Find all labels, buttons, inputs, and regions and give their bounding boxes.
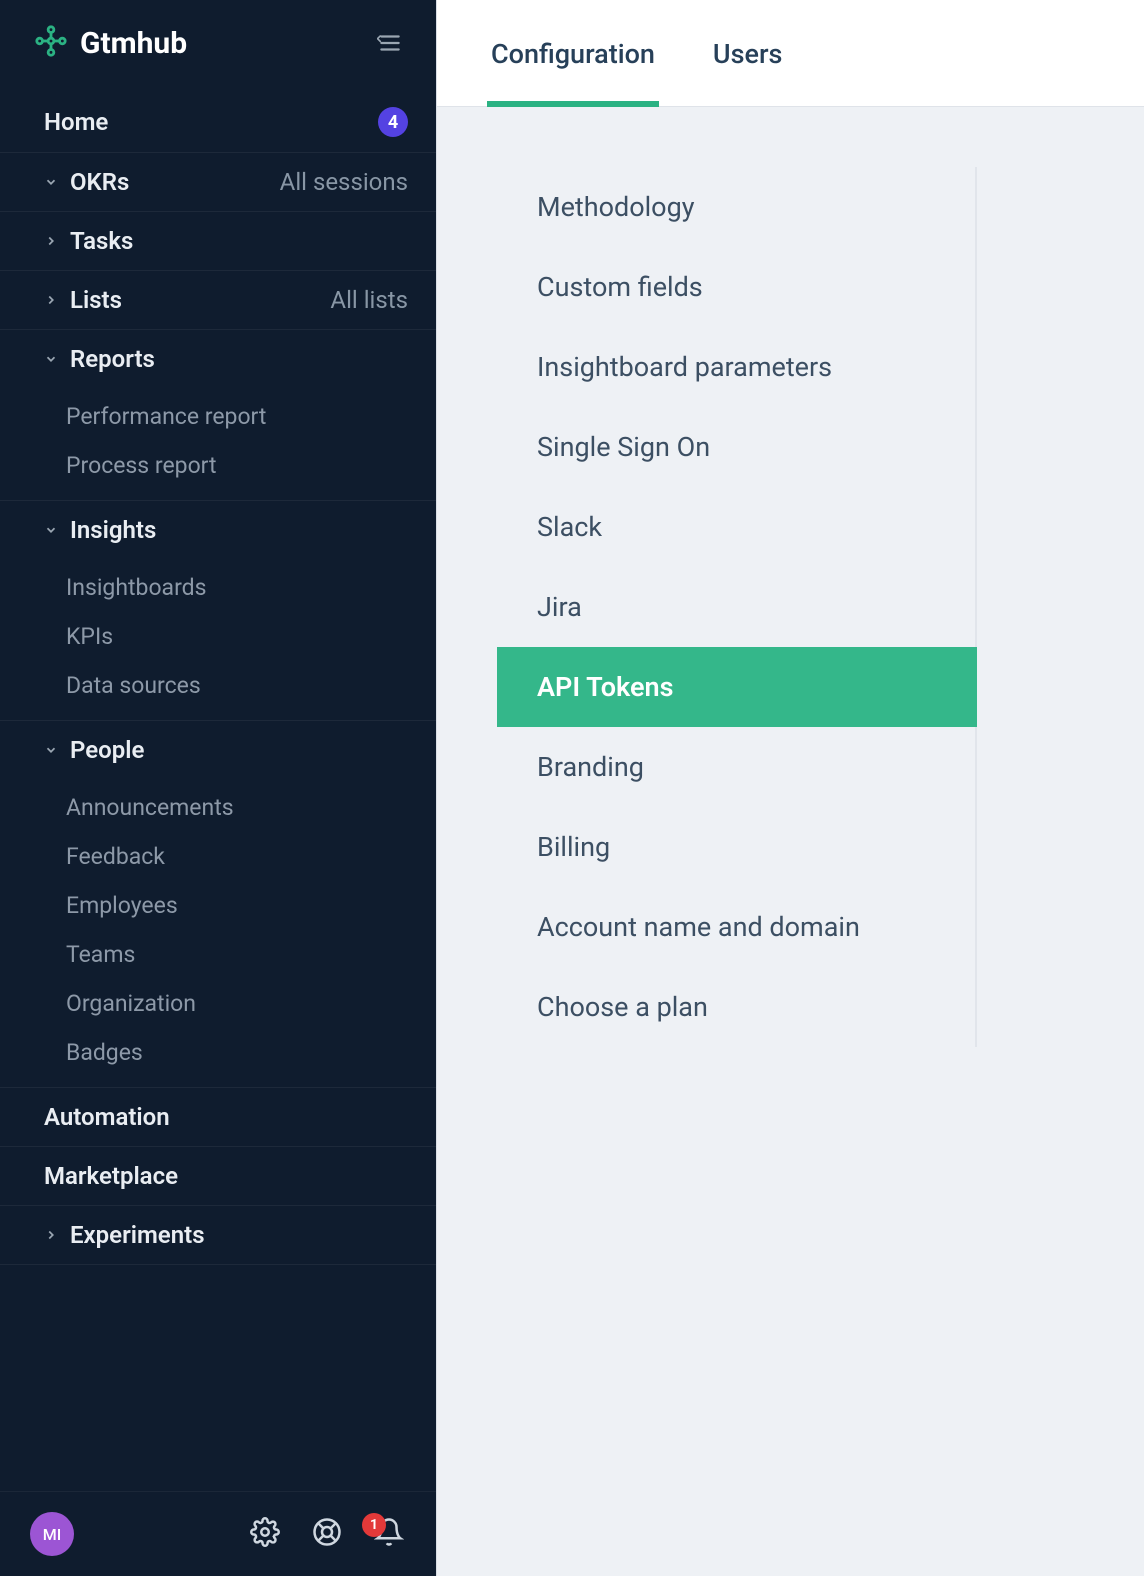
sidebar-item-secondary[interactable]: All lists xyxy=(330,286,408,314)
collapse-sidebar-button[interactable] xyxy=(372,25,408,61)
sidebar-item-home[interactable]: Home 4 xyxy=(0,92,436,153)
sidebar-item-secondary[interactable]: All sessions xyxy=(280,168,408,196)
sidebar-item-label: Lists xyxy=(70,286,122,314)
sidebar-item-insights[interactable]: Insights xyxy=(0,501,436,559)
sidebar-item-automation[interactable]: Automation xyxy=(0,1088,436,1147)
sidebar-subitem-announcements[interactable]: Announcements xyxy=(0,783,436,832)
sidebar-item-tasks[interactable]: Tasks xyxy=(0,212,436,271)
help-button[interactable] xyxy=(310,1517,344,1551)
config-item-jira[interactable]: Jira xyxy=(497,567,977,647)
logo-icon xyxy=(34,24,68,62)
sidebar-item-reports[interactable]: Reports xyxy=(0,330,436,388)
sidebar-subitem-kpis[interactable]: KPIs xyxy=(0,612,436,661)
sidebar-subitem-insightboards[interactable]: Insightboards xyxy=(0,563,436,612)
sidebar-item-label: Experiments xyxy=(70,1221,205,1249)
sidebar-subitem-badges[interactable]: Badges xyxy=(0,1028,436,1077)
content: Methodology Custom fields Insightboard p… xyxy=(437,107,1144,1107)
sidebar-subitem-teams[interactable]: Teams xyxy=(0,930,436,979)
main-area: Configuration Users Methodology Custom f… xyxy=(436,0,1144,1576)
sidebar-item-label: People xyxy=(70,736,144,764)
sidebar-item-label: Reports xyxy=(70,345,155,373)
tabs: Configuration Users xyxy=(437,0,1144,107)
sidebar-item-label: Insights xyxy=(70,516,156,544)
gear-icon xyxy=(250,1517,280,1551)
config-item-slack[interactable]: Slack xyxy=(497,487,977,567)
config-item-billing[interactable]: Billing xyxy=(497,807,977,887)
insights-sublist: Insightboards KPIs Data sources xyxy=(0,559,436,721)
sidebar-nav: Home 4 OKRs All sessions Tasks xyxy=(0,86,436,1491)
sidebar-item-label: Home xyxy=(44,108,108,136)
config-item-account-name-domain[interactable]: Account name and domain xyxy=(497,887,977,967)
sidebar-footer: MI 1 xyxy=(0,1491,436,1576)
sidebar-subitem-employees[interactable]: Employees xyxy=(0,881,436,930)
settings-button[interactable] xyxy=(248,1517,282,1551)
avatar[interactable]: MI xyxy=(30,1512,74,1556)
sidebar-item-marketplace[interactable]: Marketplace xyxy=(0,1147,436,1206)
sidebar-item-label: Marketplace xyxy=(44,1162,178,1190)
chevron-down-icon xyxy=(44,523,58,537)
chevron-right-icon xyxy=(44,1228,58,1242)
config-item-custom-fields[interactable]: Custom fields xyxy=(497,247,977,327)
sidebar-subitem-feedback[interactable]: Feedback xyxy=(0,832,436,881)
chevron-right-icon xyxy=(44,234,58,248)
chevron-right-icon xyxy=(44,293,58,307)
sidebar-item-experiments[interactable]: Experiments xyxy=(0,1206,436,1265)
people-sublist: Announcements Feedback Employees Teams O… xyxy=(0,779,436,1088)
chevron-down-icon xyxy=(44,175,58,189)
logo[interactable]: Gtmhub xyxy=(34,24,187,62)
config-item-insightboard-parameters[interactable]: Insightboard parameters xyxy=(497,327,977,407)
tab-configuration[interactable]: Configuration xyxy=(487,0,659,106)
lifebuoy-icon xyxy=(312,1517,342,1551)
home-badge: 4 xyxy=(378,107,408,137)
logo-text: Gtmhub xyxy=(80,26,187,61)
config-menu: Methodology Custom fields Insightboard p… xyxy=(497,167,977,1047)
sidebar-item-lists[interactable]: Lists All lists xyxy=(0,271,436,330)
sidebar-subitem-data-sources[interactable]: Data sources xyxy=(0,661,436,710)
sidebar-item-label: OKRs xyxy=(70,168,129,196)
sidebar-header: Gtmhub xyxy=(0,0,436,86)
config-item-branding[interactable]: Branding xyxy=(497,727,977,807)
sidebar-item-people[interactable]: People xyxy=(0,721,436,779)
notification-badge: 1 xyxy=(362,1513,386,1537)
tab-users[interactable]: Users xyxy=(709,0,786,106)
config-item-methodology[interactable]: Methodology xyxy=(497,167,977,247)
sidebar-subitem-performance-report[interactable]: Performance report xyxy=(0,392,436,441)
config-item-api-tokens[interactable]: API Tokens xyxy=(497,647,977,727)
reports-sublist: Performance report Process report xyxy=(0,388,436,501)
config-item-choose-plan[interactable]: Choose a plan xyxy=(497,967,977,1047)
notifications-button[interactable]: 1 xyxy=(372,1517,406,1551)
config-item-single-sign-on[interactable]: Single Sign On xyxy=(497,407,977,487)
sidebar-item-label: Tasks xyxy=(70,227,133,255)
sidebar-item-label: Automation xyxy=(44,1103,170,1131)
chevron-down-icon xyxy=(44,352,58,366)
sidebar-item-okrs[interactable]: OKRs All sessions xyxy=(0,153,436,212)
sidebar-subitem-process-report[interactable]: Process report xyxy=(0,441,436,490)
sidebar-subitem-organization[interactable]: Organization xyxy=(0,979,436,1028)
sidebar: Gtmhub Home 4 OKRs All sessions xyxy=(0,0,436,1576)
chevron-down-icon xyxy=(44,743,58,757)
